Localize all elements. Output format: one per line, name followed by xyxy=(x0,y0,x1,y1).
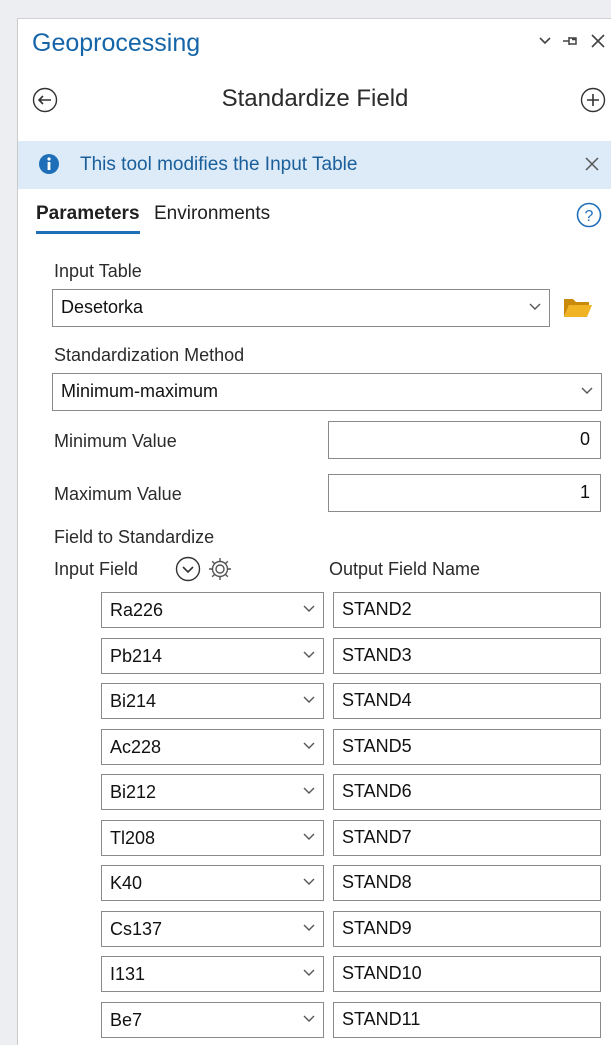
input-field-dropdown[interactable]: Be7 xyxy=(101,1002,324,1038)
input-field-dropdown[interactable]: Pb214 xyxy=(101,638,324,674)
output-field-name-input[interactable]: STAND2 xyxy=(333,592,601,628)
input-field-dropdown[interactable]: Bi214 xyxy=(101,683,324,719)
input-table-value: Desetorka xyxy=(61,297,144,317)
input-field-value: Cs137 xyxy=(110,919,163,939)
method-label: Standardization Method xyxy=(54,345,245,365)
min-value-label: Minimum Value xyxy=(54,431,177,451)
close-icon[interactable] xyxy=(590,33,606,49)
chevron-down-icon xyxy=(303,651,315,658)
chevron-down-icon xyxy=(303,742,315,749)
method-dropdown[interactable]: Minimum-maximum xyxy=(52,373,602,411)
input-field-value: Tl208 xyxy=(110,828,156,848)
output-field-value: STAND3 xyxy=(342,645,412,665)
chevron-down-icon xyxy=(581,387,593,394)
chevron-down-icon xyxy=(303,605,315,612)
chevron-down-icon xyxy=(303,833,315,840)
tab-environments[interactable]: Environments xyxy=(154,203,270,231)
add-plus-icon[interactable] xyxy=(580,87,606,118)
output-field-name-input[interactable]: STAND4 xyxy=(333,683,601,719)
input-field-value: Ra226 xyxy=(110,600,164,620)
output-field-value: STAND6 xyxy=(342,781,412,801)
output-field-name-input[interactable]: STAND9 xyxy=(333,911,601,947)
expand-circle-chevron-icon[interactable] xyxy=(175,556,201,587)
pane-title: Geoprocessing xyxy=(32,29,201,57)
chevron-down-icon xyxy=(529,303,541,310)
input-field-dropdown[interactable]: Ra226 xyxy=(101,592,324,628)
chevron-down-icon xyxy=(303,969,315,976)
output-field-value: STAND4 xyxy=(342,690,412,710)
input-table-label: Input Table xyxy=(54,261,142,281)
input-table-dropdown[interactable]: Desetorka xyxy=(52,289,550,327)
input-field-value: Pb214 xyxy=(110,646,163,666)
geoprocessing-pane: Geoprocessing Standardize Field This too… xyxy=(17,18,611,1045)
output-field-name-input[interactable]: STAND10 xyxy=(333,956,601,992)
input-field-value: Bi212 xyxy=(110,782,157,802)
input-field-value: Bi214 xyxy=(110,691,157,711)
chevron-down-icon xyxy=(303,924,315,931)
input-field-dropdown[interactable]: Tl208 xyxy=(101,820,324,856)
tool-title: Standardize Field xyxy=(221,85,409,112)
tab-parameters[interactable]: Parameters xyxy=(36,203,140,234)
svg-text:?: ? xyxy=(585,208,594,225)
min-value-text: 0 xyxy=(579,429,590,449)
max-value-label: Maximum Value xyxy=(54,484,182,504)
input-field-value: K40 xyxy=(110,873,143,893)
input-field-dropdown[interactable]: Bi212 xyxy=(101,774,324,810)
output-field-value: STAND8 xyxy=(342,872,412,892)
output-field-header: Output Field Name xyxy=(329,559,481,579)
output-field-value: STAND10 xyxy=(342,963,422,983)
gear-icon[interactable] xyxy=(207,556,233,587)
input-field-value: I131 xyxy=(110,964,146,984)
input-field-value: Be7 xyxy=(110,1010,143,1030)
chevron-down-icon xyxy=(303,787,315,794)
dismiss-info-icon[interactable] xyxy=(584,156,600,177)
output-field-name-input[interactable]: STAND11 xyxy=(333,1002,601,1038)
help-icon[interactable]: ? xyxy=(576,202,602,233)
chevron-down-icon xyxy=(303,1015,315,1022)
info-icon xyxy=(38,153,60,180)
output-field-name-input[interactable]: STAND5 xyxy=(333,729,601,765)
output-field-value: STAND11 xyxy=(342,1009,421,1029)
browse-folder-icon[interactable] xyxy=(563,295,593,324)
chevron-down-icon xyxy=(303,878,315,885)
input-field-dropdown[interactable]: K40 xyxy=(101,865,324,901)
output-field-value: STAND2 xyxy=(342,599,412,619)
output-field-value: STAND5 xyxy=(342,736,412,756)
min-value-input[interactable]: 0 xyxy=(328,421,601,459)
output-field-value: STAND9 xyxy=(342,918,412,938)
max-value-text: 1 xyxy=(579,482,590,502)
input-field-dropdown[interactable]: I131 xyxy=(101,956,324,992)
output-field-name-input[interactable]: STAND8 xyxy=(333,865,601,901)
input-field-dropdown[interactable]: Ac228 xyxy=(101,729,324,765)
max-value-input[interactable]: 1 xyxy=(328,474,601,512)
output-field-value: STAND7 xyxy=(342,827,412,847)
options-dropdown-icon[interactable] xyxy=(538,36,552,46)
output-field-name-input[interactable]: STAND7 xyxy=(333,820,601,856)
window-controls xyxy=(538,33,606,49)
input-field-header: Input Field xyxy=(54,559,139,579)
tab-bar: Parameters Environments xyxy=(36,203,280,234)
field-to-standardize-label: Field to Standardize xyxy=(54,527,215,547)
method-value: Minimum-maximum xyxy=(61,381,218,401)
input-field-value: Ac228 xyxy=(110,737,162,757)
info-message: This tool modifies the Input Table xyxy=(80,154,358,175)
input-field-dropdown[interactable]: Cs137 xyxy=(101,911,324,947)
output-field-name-input[interactable]: STAND3 xyxy=(333,638,601,674)
chevron-down-icon xyxy=(303,696,315,703)
auto-hide-pin-icon[interactable] xyxy=(562,34,580,48)
output-field-name-input[interactable]: STAND6 xyxy=(333,774,601,810)
